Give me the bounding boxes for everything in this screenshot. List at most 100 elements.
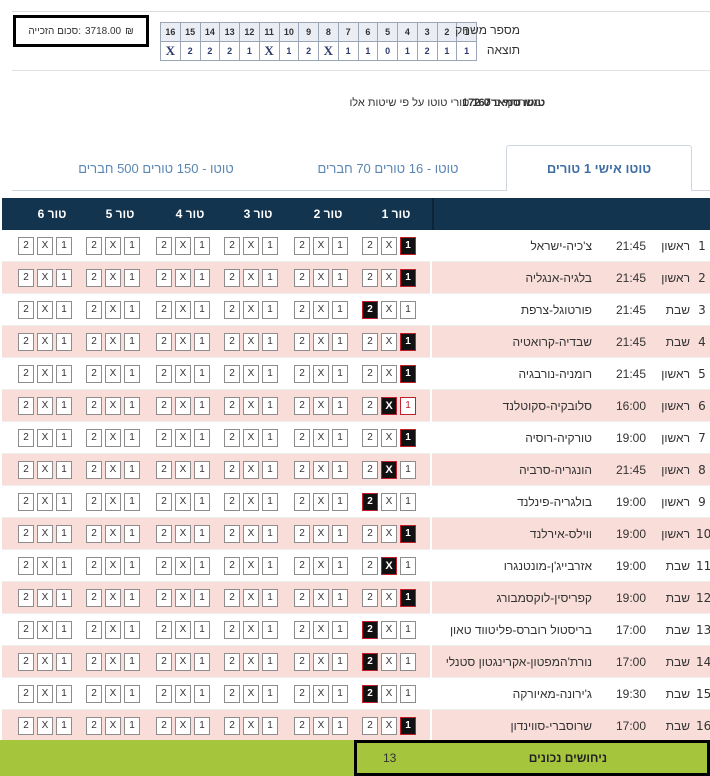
bet-option-2[interactable]: 2 (156, 461, 172, 479)
bet-option-x[interactable]: X (175, 397, 191, 415)
bet-option-1[interactable]: 1 (332, 493, 348, 511)
bet-option-2[interactable]: 2 (86, 365, 102, 383)
bet-option-1[interactable]: 1 (262, 461, 278, 479)
bet-option-1[interactable]: 1 (332, 557, 348, 575)
bet-option-2[interactable]: 2 (362, 365, 378, 383)
bet-option-1[interactable]: 1 (124, 429, 140, 447)
bet-option-1[interactable]: 1 (400, 301, 416, 319)
bet-option-2[interactable]: 2 (156, 621, 172, 639)
bet-option-1[interactable]: 1 (400, 397, 416, 415)
bet-option-2[interactable]: 2 (362, 301, 378, 319)
bet-option-2[interactable]: 2 (86, 653, 102, 671)
bet-option-2[interactable]: 2 (18, 717, 34, 735)
bet-option-2[interactable]: 2 (86, 461, 102, 479)
bet-option-x[interactable]: X (381, 685, 397, 703)
bet-option-1[interactable]: 1 (262, 525, 278, 543)
bet-option-x[interactable]: X (313, 589, 329, 607)
bet-option-x[interactable]: X (37, 269, 53, 287)
bet-option-1[interactable]: 1 (332, 525, 348, 543)
bet-option-1[interactable]: 1 (194, 493, 210, 511)
bet-option-1[interactable]: 1 (124, 333, 140, 351)
bet-option-x[interactable]: X (313, 493, 329, 511)
bet-option-2[interactable]: 2 (294, 429, 310, 447)
bet-option-x[interactable]: X (313, 717, 329, 735)
bet-option-1[interactable]: 1 (124, 237, 140, 255)
bet-option-2[interactable]: 2 (18, 365, 34, 383)
bet-option-x[interactable]: X (105, 621, 121, 639)
bet-option-1[interactable]: 1 (56, 237, 72, 255)
bet-option-x[interactable]: X (381, 621, 397, 639)
bet-option-x[interactable]: X (381, 429, 397, 447)
bet-option-1[interactable]: 1 (332, 301, 348, 319)
bet-option-2[interactable]: 2 (18, 397, 34, 415)
bet-option-1[interactable]: 1 (124, 717, 140, 735)
bet-option-2[interactable]: 2 (18, 557, 34, 575)
bet-option-1[interactable]: 1 (332, 237, 348, 255)
bet-option-2[interactable]: 2 (294, 685, 310, 703)
bet-option-2[interactable]: 2 (18, 429, 34, 447)
bet-option-x[interactable]: X (37, 429, 53, 447)
bet-option-x[interactable]: X (243, 589, 259, 607)
bet-option-2[interactable]: 2 (18, 237, 34, 255)
bet-option-1[interactable]: 1 (124, 653, 140, 671)
bet-option-1[interactable]: 1 (56, 717, 72, 735)
bet-option-1[interactable]: 1 (400, 333, 416, 351)
bet-option-2[interactable]: 2 (224, 685, 240, 703)
bet-option-x[interactable]: X (381, 333, 397, 351)
bet-option-2[interactable]: 2 (362, 493, 378, 511)
bet-option-2[interactable]: 2 (86, 717, 102, 735)
bet-option-2[interactable]: 2 (224, 269, 240, 287)
bet-option-2[interactable]: 2 (294, 493, 310, 511)
bet-option-2[interactable]: 2 (18, 589, 34, 607)
bet-option-x[interactable]: X (313, 653, 329, 671)
bet-option-1[interactable]: 1 (332, 621, 348, 639)
bet-option-2[interactable]: 2 (294, 301, 310, 319)
bet-option-1[interactable]: 1 (400, 557, 416, 575)
bet-option-1[interactable]: 1 (124, 301, 140, 319)
bet-option-1[interactable]: 1 (332, 429, 348, 447)
bet-option-1[interactable]: 1 (194, 333, 210, 351)
bet-option-x[interactable]: X (313, 461, 329, 479)
bet-option-1[interactable]: 1 (124, 365, 140, 383)
bet-option-2[interactable]: 2 (362, 621, 378, 639)
bet-option-1[interactable]: 1 (400, 493, 416, 511)
bet-option-1[interactable]: 1 (124, 589, 140, 607)
bet-option-1[interactable]: 1 (262, 653, 278, 671)
bet-option-2[interactable]: 2 (156, 429, 172, 447)
bet-option-x[interactable]: X (243, 397, 259, 415)
bet-option-1[interactable]: 1 (262, 717, 278, 735)
bet-option-2[interactable]: 2 (294, 269, 310, 287)
bet-option-x[interactable]: X (313, 237, 329, 255)
bet-option-1[interactable]: 1 (332, 717, 348, 735)
bet-option-x[interactable]: X (313, 525, 329, 543)
bet-option-1[interactable]: 1 (332, 461, 348, 479)
bet-option-2[interactable]: 2 (86, 525, 102, 543)
bet-option-x[interactable]: X (105, 685, 121, 703)
bet-option-2[interactable]: 2 (156, 397, 172, 415)
bet-option-1[interactable]: 1 (194, 653, 210, 671)
bet-option-1[interactable]: 1 (262, 237, 278, 255)
bet-option-x[interactable]: X (105, 301, 121, 319)
bet-option-1[interactable]: 1 (400, 717, 416, 735)
bet-option-2[interactable]: 2 (224, 621, 240, 639)
bet-option-2[interactable]: 2 (294, 557, 310, 575)
bet-option-1[interactable]: 1 (262, 365, 278, 383)
bet-option-2[interactable]: 2 (224, 237, 240, 255)
bet-option-1[interactable]: 1 (56, 269, 72, 287)
bet-option-x[interactable]: X (243, 269, 259, 287)
bet-option-1[interactable]: 1 (194, 429, 210, 447)
bet-option-x[interactable]: X (313, 301, 329, 319)
bet-option-x[interactable]: X (175, 301, 191, 319)
bet-option-2[interactable]: 2 (362, 397, 378, 415)
bet-option-2[interactable]: 2 (156, 589, 172, 607)
bet-option-x[interactable]: X (37, 365, 53, 383)
bet-option-1[interactable]: 1 (124, 269, 140, 287)
bet-option-2[interactable]: 2 (294, 333, 310, 351)
bet-option-2[interactable]: 2 (18, 653, 34, 671)
bet-option-2[interactable]: 2 (86, 429, 102, 447)
bet-option-x[interactable]: X (381, 557, 397, 575)
bet-option-x[interactable]: X (105, 269, 121, 287)
bet-option-1[interactable]: 1 (194, 621, 210, 639)
bet-option-1[interactable]: 1 (124, 525, 140, 543)
tab-16-rows[interactable]: טוטו - 16 טורים 70 חברים (290, 145, 486, 191)
